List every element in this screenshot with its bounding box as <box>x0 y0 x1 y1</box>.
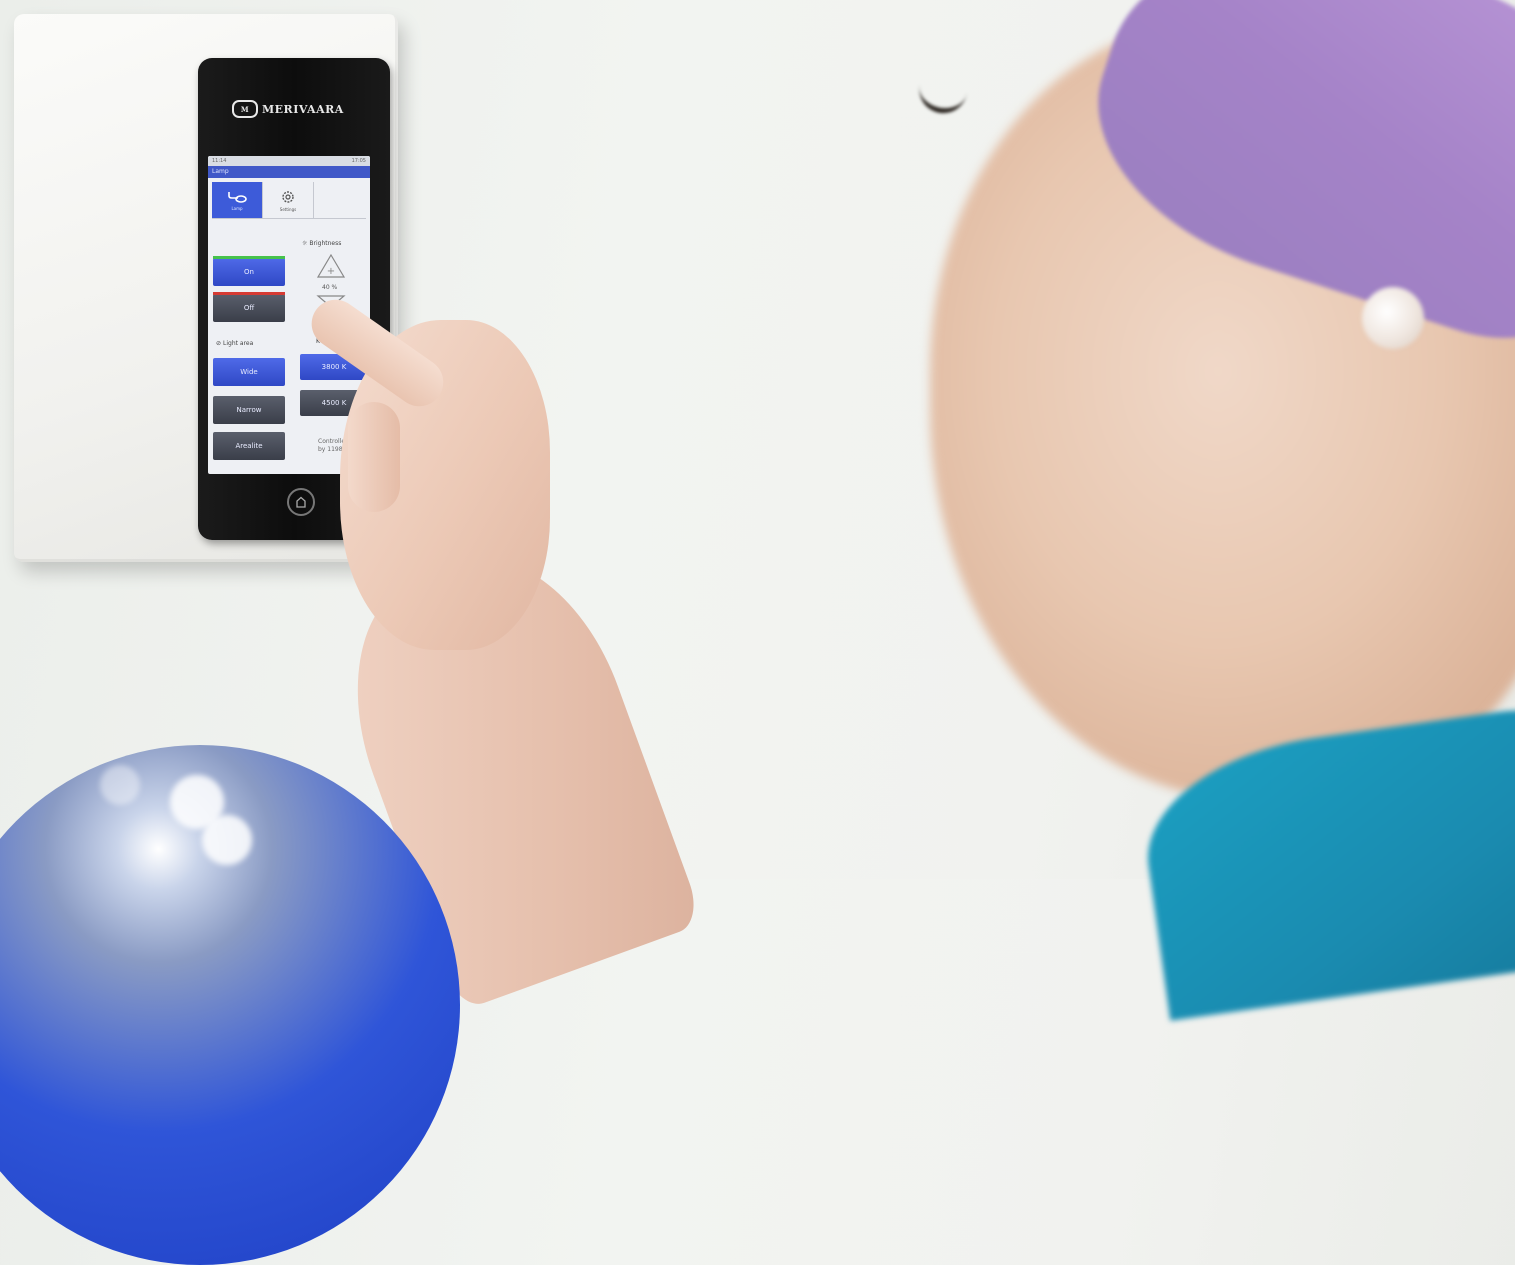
wide-button[interactable]: Wide <box>213 358 285 386</box>
no-circle-icon: ⊘ <box>216 340 222 347</box>
light-area-header: ⊘ Light area <box>216 340 253 347</box>
brightness-label: Brightness <box>309 240 342 247</box>
merivaara-logo-icon: M <box>232 100 258 118</box>
bokeh-light <box>100 765 140 805</box>
tab-lamp-label: Lamp <box>231 205 243 211</box>
tab-settings-label: Settings <box>279 206 297 212</box>
arealite-button[interactable]: Arealite <box>213 432 285 460</box>
light-area-label: Light area <box>223 340 254 347</box>
off-button[interactable]: Off <box>213 292 285 322</box>
on-button[interactable]: On <box>213 256 285 286</box>
brightness-up-button[interactable]: + <box>316 253 346 279</box>
eyelash <box>915 76 969 117</box>
gear-icon <box>282 190 294 203</box>
photo-scene: M MERIVAARA 11:14 17:05 Lamp Lamp Settin… <box>0 0 1515 1265</box>
narrow-button[interactable]: Narrow <box>213 396 285 424</box>
brand-name: MERIVAARA <box>262 102 344 116</box>
sun-icon: ☼ <box>302 240 308 247</box>
bokeh-light <box>202 815 252 865</box>
tab-bar: Lamp Settings <box>212 182 366 219</box>
pearl-earring <box>1362 287 1424 349</box>
home-icon <box>296 496 306 508</box>
brightness-header: ☼ Brightness <box>302 240 341 247</box>
status-right: 17:05 <box>351 158 366 164</box>
thumb <box>348 402 400 512</box>
app-title: Lamp <box>208 166 370 178</box>
tab-settings[interactable]: Settings <box>263 182 314 218</box>
status-bar: 11:14 17:05 <box>208 156 370 166</box>
lamp-icon <box>228 191 247 203</box>
status-left: 11:14 <box>212 158 227 164</box>
brightness-value: 40 % <box>322 284 338 291</box>
brand-logo: M MERIVAARA <box>232 100 344 118</box>
home-button[interactable] <box>287 488 315 516</box>
tab-lamp[interactable]: Lamp <box>212 182 263 218</box>
svg-text:+: + <box>327 266 335 277</box>
